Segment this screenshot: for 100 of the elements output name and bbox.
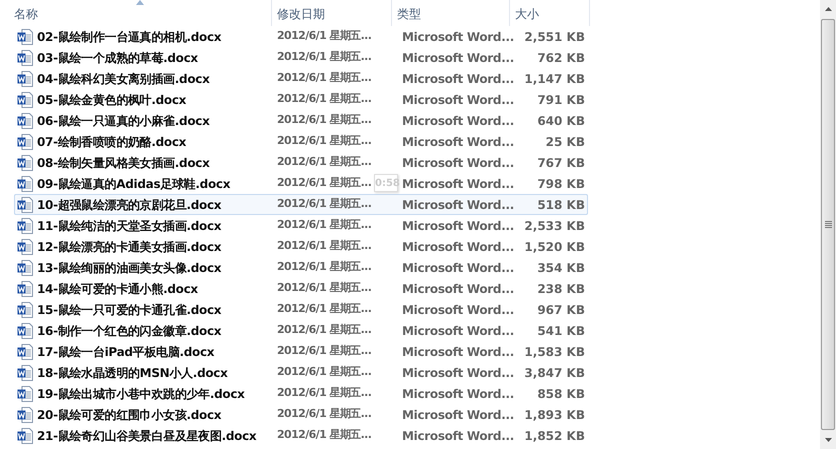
modified-date: 2012/6/1 星期五... bbox=[276, 238, 372, 254]
word-document-icon bbox=[17, 386, 33, 402]
file-name: 19-鼠绘出城市小巷中欢跳的少年.docx bbox=[37, 386, 245, 402]
modified-date: 2012/6/1 星期五... bbox=[276, 427, 372, 444]
word-document-icon bbox=[17, 28, 33, 44]
file-row[interactable]: 12-鼠绘漂亮的卡通美女插画.docx 2012/6/1 星期五... Microsoft Word... 1,520 KB bbox=[14, 236, 588, 257]
file-type: Microsoft Word... bbox=[401, 302, 511, 318]
modified-date: 2012/6/1 星期五... bbox=[276, 91, 372, 108]
modified-date: 2012/6/1 星期五... bbox=[276, 196, 372, 212]
file-row[interactable]: 06-鼠绘一只逼真的小麻雀.docx 2012/6/1 星期五... Microsoft Word... 640 KB bbox=[14, 110, 588, 131]
file-name: 14-鼠绘可爱的卡通小熊.docx bbox=[37, 280, 198, 298]
scrollbar[interactable] bbox=[820, 0, 836, 449]
word-document-icon bbox=[17, 428, 33, 444]
file-row[interactable]: 19-鼠绘出城市小巷中欢跳的少年.docx 2012/6/1 星期五... Microsoft Word... 858 KB bbox=[14, 383, 588, 404]
file-size: 2,551 KB bbox=[523, 28, 586, 46]
modified-date: 2012/6/1 星期五... bbox=[276, 133, 372, 150]
word-document-icon bbox=[17, 260, 33, 276]
modified-date: 2012/6/1 星期五... bbox=[276, 343, 372, 360]
modified-date: 2012/6/1 星期五... bbox=[276, 70, 372, 86]
file-row[interactable]: 14-鼠绘可爱的卡通小熊.docx 2012/6/1 星期五... Microsoft Word... 238 KB bbox=[14, 278, 588, 299]
word-document-icon bbox=[17, 322, 33, 338]
file-size: 798 KB bbox=[536, 176, 586, 192]
modified-date: 2012/6/1 星期五... bbox=[276, 322, 372, 338]
file-type: Microsoft Word... bbox=[401, 386, 511, 402]
file-type: Microsoft Word... bbox=[401, 406, 511, 424]
sort-arrow-icon bbox=[136, 0, 144, 5]
modified-date: 2012/6/1 星期五... bbox=[276, 217, 372, 234]
file-name: 09-鼠绘逼真的Adidas足球鞋.docx bbox=[37, 176, 230, 192]
word-document-icon bbox=[17, 50, 33, 66]
file-name: 18-鼠绘水晶透明的MSN小人.docx bbox=[37, 364, 228, 382]
file-type: Microsoft Word... bbox=[401, 112, 511, 130]
scroll-thumb[interactable] bbox=[821, 19, 835, 430]
file-size: 767 KB bbox=[536, 154, 586, 172]
file-row[interactable]: 13-鼠绘绚丽的油画美女头像.docx 2012/6/1 星期五... Microsoft Word... 354 KB bbox=[14, 257, 588, 278]
file-row[interactable]: 15-鼠绘一只可爱的卡通孔雀.docx 2012/6/1 星期五... Microsoft Word... 967 KB bbox=[14, 299, 588, 320]
file-type: Microsoft Word... bbox=[401, 28, 511, 46]
modified-date: 2012/6/1 星期五... bbox=[276, 385, 372, 402]
modified-date: 2012/6/1 星期五... bbox=[276, 364, 372, 380]
file-name: 17-鼠绘一台iPad平板电脑.docx bbox=[37, 344, 214, 360]
file-name: 16-制作一个红色的闪金徽章.docx bbox=[37, 322, 222, 340]
scroll-down-icon[interactable] bbox=[824, 438, 832, 442]
file-size: 238 KB bbox=[536, 280, 586, 298]
file-type: Microsoft Word... bbox=[401, 364, 511, 382]
file-type: Microsoft Word... bbox=[401, 154, 511, 172]
file-row[interactable]: 16-制作一个红色的闪金徽章.docx 2012/6/1 星期五... Microsoft Word... 541 KB bbox=[14, 320, 588, 341]
grip-icon bbox=[824, 220, 832, 228]
modified-date: 2012/6/1 星期五... bbox=[276, 154, 372, 170]
column-header[interactable]: 名称 bbox=[0, 0, 272, 26]
file-size: 1,852 KB bbox=[523, 428, 586, 444]
word-document-icon bbox=[17, 112, 33, 128]
file-size: 640 KB bbox=[536, 112, 586, 130]
file-row[interactable]: 21-鼠绘奇幻山谷美景白昼及星夜图.docx 2012/6/1 星期五... Microsoft Word... 1,852 KB bbox=[14, 425, 588, 446]
scroll-up-icon[interactable] bbox=[824, 7, 832, 11]
word-document-icon bbox=[17, 154, 33, 170]
file-row[interactable]: 08-绘制矢量风格美女插画.docx 2012/6/1 星期五... Microsoft Word... 767 KB bbox=[14, 152, 588, 173]
file-type: Microsoft Word... bbox=[401, 218, 511, 234]
file-row[interactable]: 05-鼠绘金黄色的枫叶.docx 2012/6/1 星期五... Microsoft Word... 791 KB bbox=[14, 89, 588, 110]
file-row[interactable]: 02-鼠绘制作一台逼真的相机.docx 2012/6/1 星期五... Microsoft Word... 2,551 KB bbox=[14, 26, 588, 47]
file-row[interactable]: 20-鼠绘可爱的红围巾小女孩.docx 2012/6/1 星期五... Microsoft Word... 1,893 KB bbox=[14, 404, 588, 425]
file-row[interactable]: 10-超强鼠绘漂亮的京剧花旦.docx 2012/6/1 星期五... Microsoft Word... 518 KB bbox=[14, 194, 588, 215]
file-name: 07-绘制香喷喷的奶酪.docx bbox=[37, 134, 186, 150]
file-row[interactable]: 18-鼠绘水晶透明的MSN小人.docx 2012/6/1 星期五... Microsoft Word... 3,847 KB bbox=[14, 362, 588, 383]
file-size: 518 KB bbox=[536, 196, 586, 214]
word-document-icon bbox=[17, 344, 33, 360]
file-type: Microsoft Word... bbox=[401, 344, 511, 360]
word-document-icon bbox=[17, 218, 33, 234]
file-name: 11-鼠绘纯洁的天堂圣女插画.docx bbox=[37, 218, 222, 234]
file-row[interactable]: 11-鼠绘纯洁的天堂圣女插画.docx 2012/6/1 星期五... Microsoft Word... 2,533 KB bbox=[14, 215, 588, 236]
file-name: 20-鼠绘可爱的红围巾小女孩.docx bbox=[37, 406, 222, 424]
file-row[interactable]: 03-鼠绘一个成熟的草莓.docx 2012/6/1 星期五... Microsoft Word... 762 KB bbox=[14, 47, 588, 68]
file-type: Microsoft Word... bbox=[401, 50, 511, 66]
file-type: Microsoft Word... bbox=[401, 134, 511, 150]
column-header[interactable]: 修改日期 bbox=[272, 0, 392, 26]
modified-date: 2012/6/1 星期五... bbox=[276, 259, 372, 276]
file-size: 1,147 KB bbox=[523, 70, 586, 88]
file-name: 10-超强鼠绘漂亮的京剧花旦.docx bbox=[37, 196, 222, 214]
file-name: 21-鼠绘奇幻山谷美景白昼及星夜图.docx bbox=[37, 428, 256, 444]
file-size: 3,847 KB bbox=[523, 364, 586, 382]
modified-date: 2012/6/1 星期五... bbox=[276, 301, 372, 318]
file-size: 541 KB bbox=[536, 322, 586, 340]
file-size: 762 KB bbox=[536, 50, 586, 66]
file-size: 967 KB bbox=[536, 302, 586, 318]
file-name: 03-鼠绘一个成熟的草莓.docx bbox=[37, 50, 198, 66]
column-header[interactable]: 类型 bbox=[392, 0, 510, 26]
file-row[interactable]: 17-鼠绘一台iPad平板电脑.docx 2012/6/1 星期五... Microsoft Word... 1,583 KB bbox=[14, 341, 588, 362]
file-name: 02-鼠绘制作一台逼真的相机.docx bbox=[37, 28, 222, 46]
file-type: Microsoft Word... bbox=[401, 260, 511, 276]
file-name: 12-鼠绘漂亮的卡通美女插画.docx bbox=[37, 238, 222, 256]
file-name: 15-鼠绘一只可爱的卡通孔雀.docx bbox=[37, 302, 222, 318]
file-row[interactable]: 07-绘制香喷喷的奶酪.docx 2012/6/1 星期五... Microsoft Word... 25 KB bbox=[14, 131, 588, 152]
file-name: 13-鼠绘绚丽的油画美女头像.docx bbox=[37, 260, 222, 276]
column-header[interactable]: 大小 bbox=[510, 0, 590, 26]
file-row[interactable]: 04-鼠绘科幻美女离别插画.docx 2012/6/1 星期五... Microsoft Word... 1,147 KB bbox=[14, 68, 588, 89]
file-name: 05-鼠绘金黄色的枫叶.docx bbox=[37, 92, 186, 108]
file-size: 354 KB bbox=[536, 260, 586, 276]
file-type: Microsoft Word... bbox=[401, 238, 511, 256]
word-document-icon bbox=[17, 196, 33, 212]
word-document-icon bbox=[17, 280, 33, 296]
word-document-icon bbox=[17, 92, 33, 108]
file-size: 25 KB bbox=[544, 134, 586, 150]
